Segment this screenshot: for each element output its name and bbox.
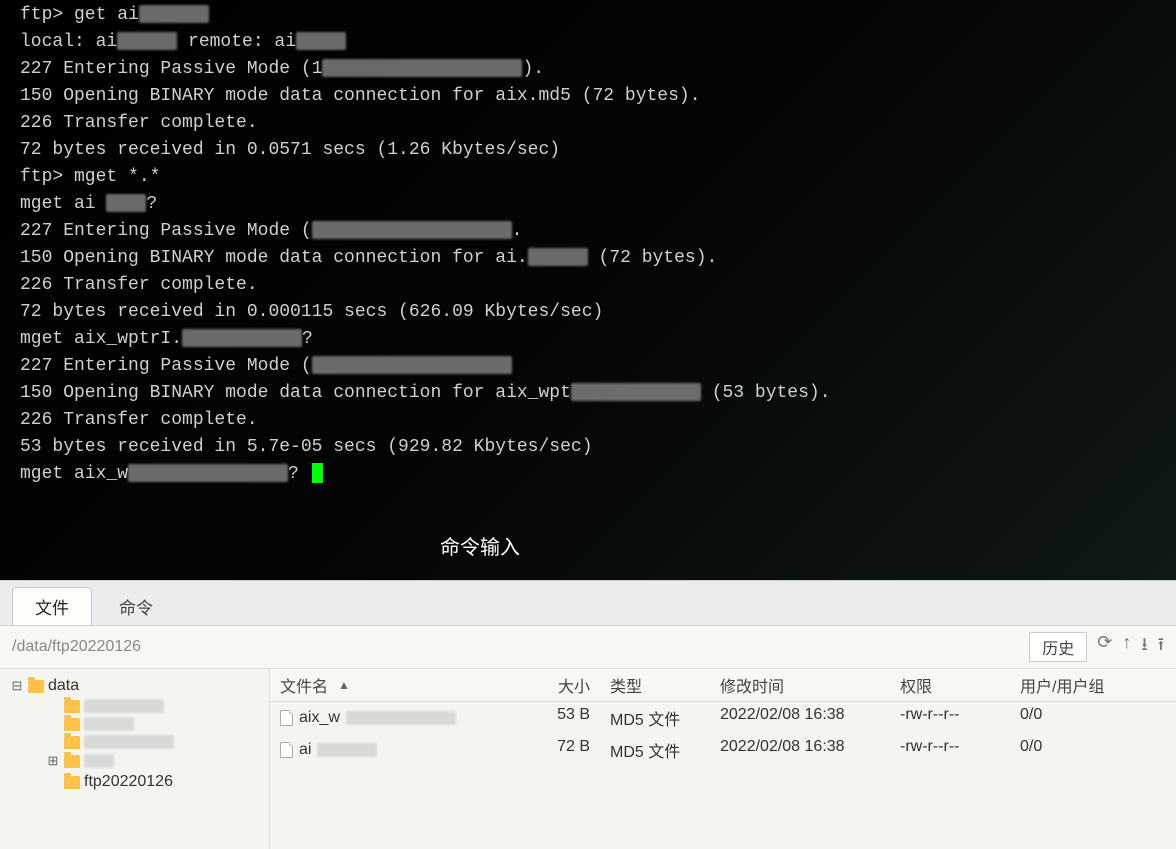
collapse-icon[interactable]: ⊟ <box>10 678 24 694</box>
folder-icon <box>64 736 80 749</box>
folder-icon <box>28 680 44 693</box>
refresh-icon[interactable]: ⟳ <box>1097 632 1112 662</box>
terminal-line: ftp> mget *.* <box>20 164 1156 191</box>
tree-item[interactable] <box>4 733 265 751</box>
tree-item[interactable]: ftp20220126 <box>4 771 265 793</box>
file-size: 53 B <box>500 702 600 734</box>
folder-icon <box>64 755 80 768</box>
up-icon[interactable]: ↑ <box>1122 632 1131 662</box>
list-item[interactable]: aix_w 53 BMD5 文件2022/02/08 16:38-rw-r--r-… <box>270 702 1176 734</box>
terminal-line: mget aix_w? <box>20 461 1156 488</box>
tree-item[interactable] <box>4 697 265 715</box>
redacted-text <box>571 383 701 401</box>
history-button[interactable]: 历史 <box>1029 632 1087 662</box>
file-type: MD5 文件 <box>600 702 710 734</box>
file-name: aix_w <box>299 709 340 727</box>
redacted-text <box>182 329 302 347</box>
folder-icon <box>64 718 80 731</box>
command-input-label: 命令输入 <box>440 535 520 562</box>
col-header-type[interactable]: 类型 <box>600 669 710 701</box>
terminal-line: 227 Entering Passive Mode (. <box>20 218 1156 245</box>
current-path[interactable]: /data/ftp20220126 <box>12 638 1029 656</box>
file-date: 2022/02/08 16:38 <box>710 702 890 734</box>
terminal-line: 226 Transfer complete. <box>20 407 1156 434</box>
tree-item[interactable] <box>4 715 265 733</box>
redacted-text <box>84 699 164 713</box>
tree-label: data <box>48 677 79 695</box>
sort-asc-icon: ▲ <box>338 678 350 692</box>
col-header-date[interactable]: 修改时间 <box>710 669 890 701</box>
terminal-line: 226 Transfer complete. <box>20 110 1156 137</box>
terminal-cursor <box>312 463 323 483</box>
tree-root[interactable]: ⊟ data <box>4 675 265 697</box>
col-header-owner[interactable]: 用户/用户组 <box>1010 669 1110 701</box>
terminal-line: 150 Opening BINARY mode data connection … <box>20 380 1156 407</box>
tab-command[interactable]: 命令 <box>96 587 176 625</box>
folder-icon <box>64 776 80 789</box>
file-owner: 0/0 <box>1010 734 1110 766</box>
terminal-line: mget ai ? <box>20 191 1156 218</box>
redacted-text <box>312 221 512 239</box>
terminal-line: 227 Entering Passive Mode ( <box>20 353 1156 380</box>
terminal-line: 72 bytes received in 0.0571 secs (1.26 K… <box>20 137 1156 164</box>
folder-tree[interactable]: ⊟ data ⊞ ftp20220126 <box>0 669 270 849</box>
redacted-text <box>128 464 288 482</box>
redacted-text <box>528 248 588 266</box>
redacted-text <box>84 717 134 731</box>
upload-icon[interactable]: ⭱ <box>1158 632 1164 662</box>
file-list: 文件名▲ 大小 类型 修改时间 权限 用户/用户组 aix_w 53 BMD5 文… <box>270 669 1176 849</box>
terminal-line: 227 Entering Passive Mode (1). <box>20 56 1156 83</box>
terminal-line: 226 Transfer complete. <box>20 272 1156 299</box>
tab-file[interactable]: 文件 <box>12 587 92 625</box>
redacted-text <box>346 711 456 725</box>
file-name: ai <box>299 741 311 759</box>
redacted-text <box>317 743 377 757</box>
terminal-line: 150 Opening BINARY mode data connection … <box>20 83 1156 110</box>
col-header-size[interactable]: 大小 <box>500 669 600 701</box>
tree-item[interactable]: ⊞ <box>4 751 265 771</box>
list-item[interactable]: ai 72 BMD5 文件2022/02/08 16:38-rw-r--r--0/… <box>270 734 1176 766</box>
col-header-perm[interactable]: 权限 <box>890 669 1010 701</box>
redacted-text <box>312 356 512 374</box>
redacted-text <box>84 735 174 749</box>
file-perm: -rw-r--r-- <box>890 702 1010 734</box>
terminal-line: mget aix_wptrI.? <box>20 326 1156 353</box>
file-icon <box>280 742 293 758</box>
terminal-line: 53 bytes received in 5.7e-05 secs (929.8… <box>20 434 1156 461</box>
list-header[interactable]: 文件名▲ 大小 类型 修改时间 权限 用户/用户组 <box>270 669 1176 702</box>
redacted-text <box>84 754 114 768</box>
col-header-name[interactable]: 文件名▲ <box>270 669 500 701</box>
terminal-line: 150 Opening BINARY mode data connection … <box>20 245 1156 272</box>
redacted-text <box>139 5 209 23</box>
file-manager-panel: 文件 命令 /data/ftp20220126 历史 ⟳ ↑ ⭳ ⭱ ⊟ data… <box>0 580 1176 849</box>
path-bar: /data/ftp20220126 历史 ⟳ ↑ ⭳ ⭱ <box>0 626 1176 669</box>
file-perm: -rw-r--r-- <box>890 734 1010 766</box>
download-icon[interactable]: ⭳ <box>1141 632 1147 662</box>
terminal-line: 72 bytes received in 0.000115 secs (626.… <box>20 299 1156 326</box>
redacted-text <box>322 59 522 77</box>
file-owner: 0/0 <box>1010 702 1110 734</box>
file-icon <box>280 710 293 726</box>
file-type: MD5 文件 <box>600 734 710 766</box>
file-date: 2022/02/08 16:38 <box>710 734 890 766</box>
redacted-text <box>117 32 177 50</box>
panel-tabs: 文件 命令 <box>0 581 1176 626</box>
file-size: 72 B <box>500 734 600 766</box>
tree-label: ftp20220126 <box>84 773 173 791</box>
terminal-line: ftp> get ai <box>20 2 1156 29</box>
terminal-output[interactable]: ftp> get ailocal: ai remote: ai227 Enter… <box>0 0 1176 580</box>
redacted-text <box>106 194 146 212</box>
folder-icon <box>64 700 80 713</box>
path-toolbar: ⟳ ↑ ⭳ ⭱ <box>1097 632 1164 662</box>
expand-icon[interactable]: ⊞ <box>46 753 60 769</box>
terminal-line: local: ai remote: ai <box>20 29 1156 56</box>
redacted-text <box>296 32 346 50</box>
